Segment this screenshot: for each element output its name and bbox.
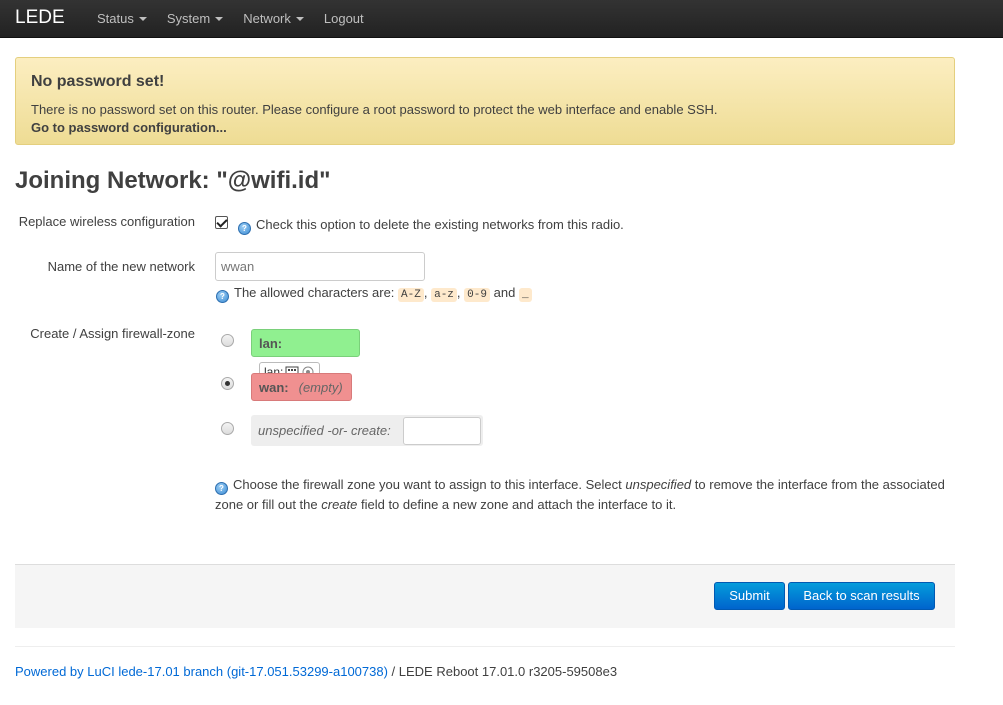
- alert-message: There is no password set on this router.…: [31, 102, 718, 117]
- zone-radio-create[interactable]: [221, 422, 234, 435]
- replace-config-label: Replace wireless configuration: [18, 214, 195, 229]
- zone-radio-wan[interactable]: [221, 377, 234, 390]
- network-name-label: Name of the new network: [47, 259, 195, 274]
- zone-help-1a: Choose the firewall zone you want to ass…: [233, 477, 626, 492]
- menu-logout[interactable]: Logout: [314, 0, 374, 38]
- footer-version: / LEDE Reboot 17.01.0 r3205-59508e3: [387, 664, 618, 679]
- create-zone-input[interactable]: [403, 417, 481, 445]
- footer: Powered by LuCI lede-17.01 branch (git-1…: [15, 664, 617, 679]
- firewall-zone-label: Create / Assign firewall-zone: [30, 326, 195, 341]
- zone-radio-lan[interactable]: [221, 334, 234, 347]
- and-text: and: [493, 285, 516, 300]
- menu-system[interactable]: System: [157, 0, 233, 38]
- zone-help-1em: unspecified: [625, 477, 692, 492]
- allowed-chars-text: The allowed characters are:: [234, 285, 395, 300]
- help-icon: ?: [215, 482, 228, 495]
- menu-system-label: System: [166, 11, 211, 26]
- submit-button[interactable]: Submit: [714, 582, 785, 610]
- page-title: Joining Network: "@wifi.id": [15, 167, 331, 194]
- firewall-zone-help: ? Choose the firewall zone you want to as…: [215, 475, 955, 514]
- menu-network-label: Network: [243, 11, 291, 26]
- zone-help-2a: zone or fill out the: [215, 497, 322, 512]
- zone-lan-badge[interactable]: lan:lan:: [251, 329, 360, 382]
- zone-lan-name: lan:: [259, 336, 283, 351]
- menu-network[interactable]: Network: [233, 0, 314, 38]
- char-range-lowercase: a-z: [431, 288, 457, 302]
- menu-logout-label: Logout: [323, 11, 364, 26]
- luci-link[interactable]: Powered by LuCI lede-17.01 branch (git-1…: [15, 664, 388, 679]
- zone-wan-badge[interactable]: wan: (empty): [251, 373, 352, 401]
- char-range-uppercase: A-Z: [398, 288, 424, 302]
- back-to-scan-results-button[interactable]: Back to scan results: [788, 582, 935, 610]
- char-range-digits: 0-9: [464, 288, 490, 302]
- caret-down-icon: [215, 16, 224, 21]
- footer-divider: [15, 646, 955, 647]
- password-warning-alert: No password set! There is no password se…: [15, 57, 955, 145]
- alert-title: No password set!: [31, 73, 165, 90]
- caret-down-icon: [138, 16, 147, 21]
- replace-config-help: ? Check this option to delete the existin…: [238, 217, 624, 235]
- zone-help-1b: to remove the interface from the associa…: [691, 477, 945, 492]
- network-name-input[interactable]: wwan: [215, 252, 425, 281]
- brand-logo[interactable]: LEDE: [15, 6, 65, 30]
- help-icon: ?: [216, 290, 229, 303]
- menu-status-label: Status: [97, 11, 134, 26]
- caret-down-icon: [295, 16, 304, 21]
- zone-wan-name: wan:: [259, 380, 289, 395]
- menu-status[interactable]: Status: [87, 0, 157, 38]
- zone-help-2b: field to define a new zone and attach th…: [357, 497, 677, 512]
- main-menu: Status System Network Logout: [87, 0, 374, 38]
- help-icon: ?: [238, 222, 251, 235]
- password-config-link[interactable]: Go to password configuration...: [31, 120, 227, 135]
- zone-wan-empty: (empty): [298, 380, 343, 395]
- network-name-help: ? The allowed characters are: A-Z, a-z, 0…: [216, 285, 532, 303]
- replace-config-checkbox[interactable]: [215, 216, 228, 229]
- separator-comma: ,: [456, 285, 461, 300]
- char-underscore: _: [518, 288, 532, 302]
- replace-config-help-text: Check this option to delete the existing…: [256, 217, 624, 232]
- top-navbar: LEDE Status System Network Logout: [0, 0, 1003, 38]
- zone-create-label: unspecified -or- create:: [258, 423, 391, 438]
- separator-comma: ,: [423, 285, 428, 300]
- zone-help-2em: create: [321, 497, 358, 512]
